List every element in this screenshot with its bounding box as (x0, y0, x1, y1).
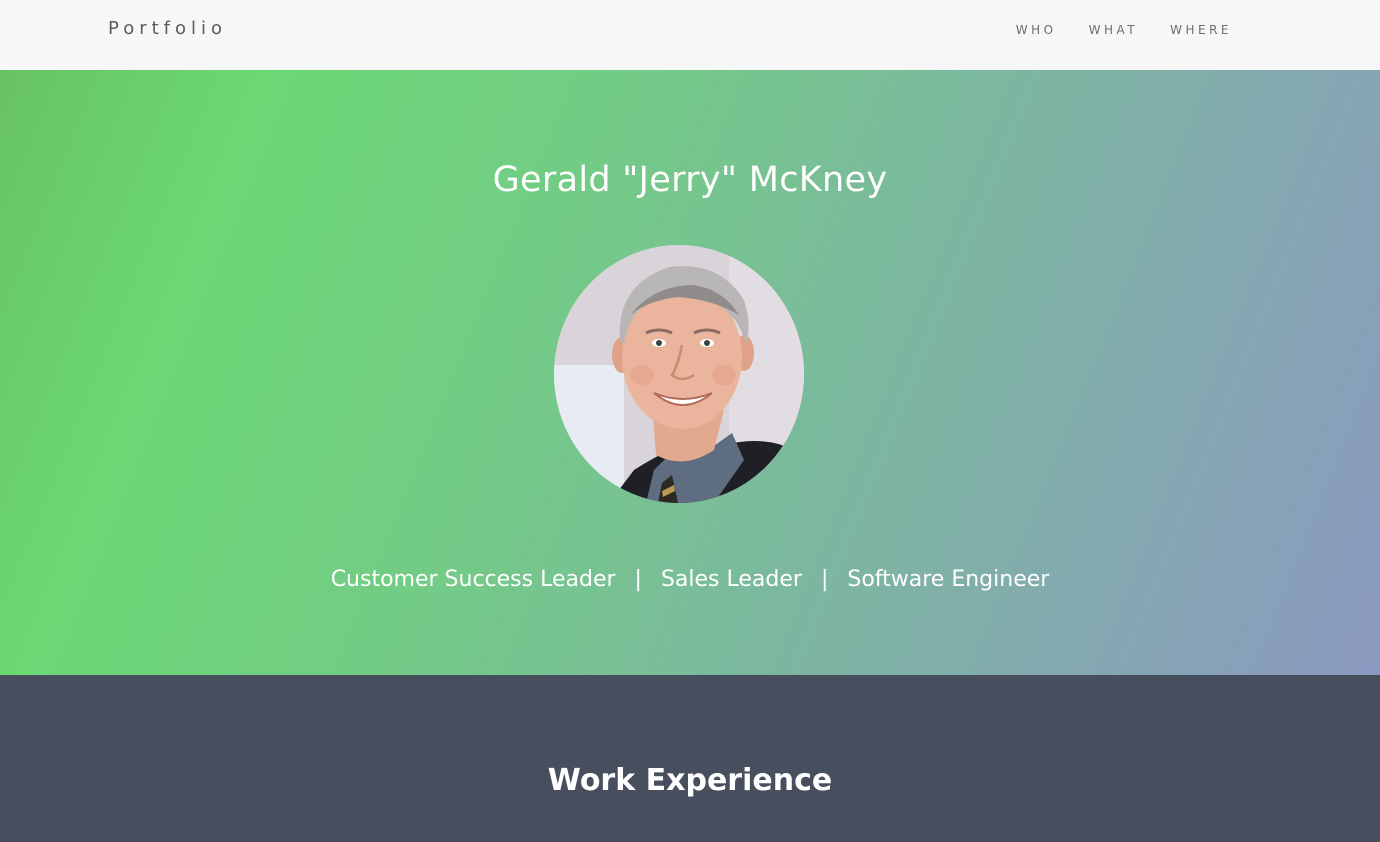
role-separator: | (820, 567, 829, 592)
work-experience-section: Work Experience (0, 675, 1380, 842)
role-sales: Sales Leader (660, 567, 802, 592)
role-separator: | (634, 567, 642, 592)
top-navbar: Portfolio WHO WHAT WHERE (0, 0, 1380, 70)
work-experience-title: Work Experience (547, 763, 833, 798)
hero-name: Gerald "Jerry" McKney (492, 160, 888, 200)
hero-section: Gerald "Jerry" McKney Customer Success L… (0, 70, 1380, 675)
nav-link-what[interactable]: WHAT (1089, 23, 1139, 37)
role-software-engineer: Software Engineer (847, 567, 1050, 592)
profile-photo (554, 245, 804, 503)
hero-roles: Customer Success Leader | Sales Leader |… (0, 567, 1380, 592)
nav-link-who[interactable]: WHO (1016, 23, 1057, 37)
avatar (554, 245, 804, 503)
brand-link[interactable]: Portfolio (108, 18, 227, 39)
nav-link-where[interactable]: WHERE (1170, 23, 1232, 37)
nav-links: WHO WHAT WHERE (1016, 23, 1232, 37)
role-customer-success: Customer Success Leader (330, 567, 616, 592)
